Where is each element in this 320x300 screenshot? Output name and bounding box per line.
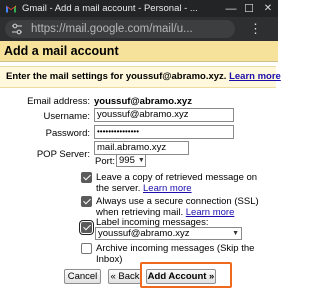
label-select-value: youssuf@abramo.xyz (98, 228, 190, 239)
username-input[interactable]: youssuf@abramo.xyz (94, 108, 234, 122)
label-incoming-checkbox[interactable] (79, 220, 94, 235)
back-button[interactable]: « Back (108, 269, 142, 284)
port-select[interactable]: 995 ▼ (116, 154, 146, 167)
archive-checkbox[interactable] (81, 243, 92, 254)
chevron-down-icon: ▼ (137, 157, 145, 164)
leave-copy-label: Leave a copy of retrieved message on the… (96, 172, 266, 194)
leave-copy-learn-more-link[interactable]: Learn more (143, 183, 192, 194)
url-field[interactable]: https://mail.google.com/mail/u... (5, 20, 235, 38)
url-text: https://mail.google.com/mail/u... (31, 23, 193, 35)
instruction-banner: Enter the mail settings for youssuf@abra… (0, 66, 281, 88)
browser-addressbar: https://mail.google.com/mail/u... ⋮ (0, 17, 278, 41)
ssl-checkbox[interactable] (81, 196, 92, 207)
label-select[interactable]: youssuf@abramo.xyz ▼ (95, 227, 242, 240)
pop-server-label: POP Server: (36, 149, 90, 160)
cancel-button[interactable]: Cancel (64, 269, 101, 284)
password-label: Password: (45, 128, 90, 139)
mail-settings-panel: Enter the mail settings for youssuf@abra… (0, 62, 281, 300)
instruction-text: Enter the mail settings for youssuf@abra… (6, 71, 227, 82)
browser-menu-icon[interactable]: ⋮ (249, 21, 262, 37)
close-icon[interactable]: ✕ (258, 3, 278, 14)
port-value: 995 (119, 155, 135, 166)
page-title: Add a mail account (0, 41, 278, 62)
password-input[interactable]: ••••••••••••••• (94, 125, 234, 139)
window-titlebar: Gmail - Add a mail account - Personal - … (0, 0, 278, 17)
email-label: Email address: (27, 96, 90, 107)
window-title: Gmail - Add a mail account - Personal - … (22, 3, 198, 14)
leave-copy-checkbox[interactable] (81, 172, 92, 183)
pop-server-input[interactable]: mail.abramo.xyz (94, 141, 189, 155)
gmail-logo-icon (6, 5, 16, 13)
chevron-down-icon: ▼ (232, 230, 239, 237)
username-label: Username: (43, 111, 90, 122)
minimize-icon[interactable]: — (222, 3, 240, 15)
email-value: youssuf@abramo.xyz (94, 96, 192, 107)
learn-more-link[interactable]: Learn more (229, 71, 281, 82)
ssl-label: Always use a secure connection (SSL) whe… (96, 196, 266, 218)
maximize-icon[interactable]: ☐ (240, 2, 258, 15)
site-settings-icon[interactable] (10, 22, 24, 36)
highlight-box (140, 262, 232, 288)
port-label: Port: (95, 156, 116, 167)
